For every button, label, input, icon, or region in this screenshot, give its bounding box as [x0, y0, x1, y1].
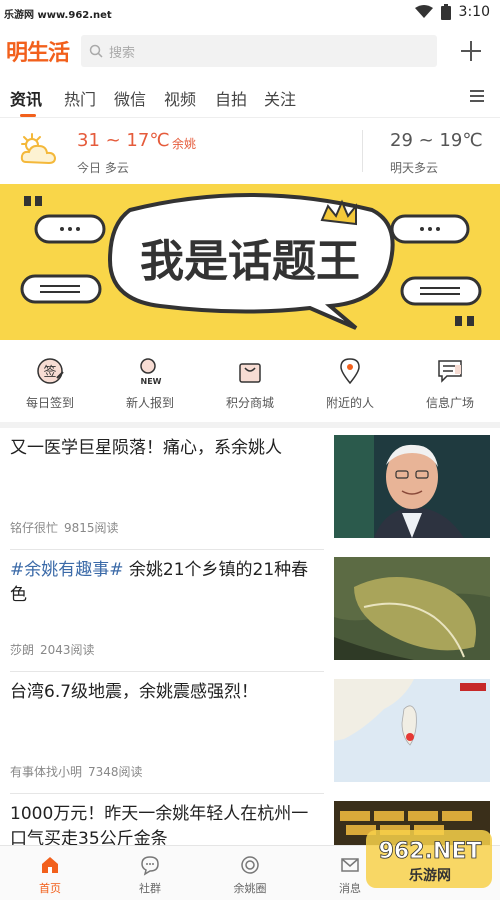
message-board-icon — [438, 360, 462, 383]
svg-text:NEW: NEW — [141, 377, 162, 386]
watermark-logo: 962.NET 乐游网 — [360, 826, 496, 892]
news-item[interactable]: 台湾6.7级地震，余姚震感强烈！ 有事体找小明 7348阅读 — [0, 672, 500, 794]
news-reads: 7348阅读 — [88, 765, 143, 779]
location-pin-icon — [340, 358, 360, 385]
news-title: 又一医学巨星陨落！痛心，系余姚人 — [10, 438, 282, 458]
add-icon[interactable] — [459, 39, 483, 63]
shortcut-row: 签 每日签到 NEW 新人报到 积分商城 附近的人 信息广场 — [0, 340, 500, 422]
shortcut-points-mall[interactable]: 积分商城 — [210, 356, 290, 411]
banner-illustration: 我是话题王 — [20, 193, 482, 330]
promo-banner[interactable]: 我是话题王 — [0, 184, 500, 340]
nav-home[interactable]: 首页 — [10, 854, 90, 896]
partly-cloudy-icon — [20, 133, 57, 165]
shortcut-label: 附近的人 — [325, 396, 374, 410]
news-item[interactable]: 又一医学巨星陨落！痛心，系余姚人 铭仔很忙 9815阅读 — [0, 428, 500, 550]
status-bar: 乐游网 www.962.net 3:10 — [0, 0, 500, 28]
shortcut-new-user[interactable]: NEW 新人报到 — [110, 356, 190, 411]
svg-text:乐游网: 乐游网 — [409, 867, 451, 884]
new-user-icon: NEW — [140, 358, 162, 386]
banner-title: 我是话题王 — [140, 236, 360, 287]
clock: 3:10 — [458, 4, 490, 20]
shortcut-label: 信息广场 — [425, 396, 474, 410]
shortcut-nearby[interactable]: 附近的人 — [310, 356, 390, 411]
news-author: 莎朗 — [10, 643, 35, 657]
app-logo: 明生活 — [6, 40, 70, 66]
menu-icon[interactable] — [470, 90, 484, 102]
news-author: 有事体找小明 — [10, 765, 83, 779]
news-hashtag: #余姚有趣事# — [10, 560, 124, 580]
nav-yuyao-circle[interactable]: 余姚圈 — [210, 854, 290, 896]
shortcut-label: 新人报到 — [125, 396, 174, 410]
tomorrow-temperature: 29 ~ 19℃ — [390, 130, 483, 151]
svg-text:962.NET: 962.NET — [379, 839, 482, 864]
news-meta: 铭仔很忙 9815阅读 — [10, 519, 119, 536]
watermark-text: 乐游网 www.962.net — [4, 10, 112, 21]
weather-widget[interactable]: 31 ~ 17℃ 余姚 今日 多云 29 ~ 19℃ 明天多云 — [0, 118, 500, 184]
wifi-icon — [414, 5, 433, 18]
city-label[interactable]: 余姚 — [172, 135, 196, 152]
envelope-icon — [341, 858, 359, 872]
news-thumbnail-map — [334, 679, 490, 782]
news-meta: 有事体找小明 7348阅读 — [10, 763, 143, 780]
news-title: 台湾6.7级地震，余姚震感强烈！ — [10, 682, 259, 702]
shortcut-info-square[interactable]: 信息广场 — [410, 356, 490, 411]
shortcut-daily-signin[interactable]: 签 每日签到 — [10, 356, 90, 411]
search-input[interactable]: 搜索 — [81, 35, 438, 67]
circle-icon — [241, 856, 259, 874]
news-author: 铭仔很忙 — [10, 521, 59, 535]
status-icons: 3:10 — [414, 4, 490, 20]
today-temperature: 31 ~ 17℃ — [77, 130, 170, 151]
search-icon — [89, 44, 103, 58]
news-thumbnail-portrait — [334, 435, 490, 538]
category-tabs: 资讯 热门 微信 视频 自拍 关注 — [0, 74, 500, 118]
app-header: 明生活 搜索 — [0, 28, 500, 74]
news-item[interactable]: #余姚有趣事# 余姚21个乡镇的21种春色 莎朗 2043阅读 — [0, 550, 500, 672]
tab-follow[interactable]: 关注 — [264, 86, 296, 110]
sign-in-icon: 签 — [37, 358, 64, 384]
tab-wechat[interactable]: 微信 — [114, 86, 146, 110]
nav-label: 社群 — [139, 882, 161, 895]
chat-bubble-icon — [141, 856, 159, 876]
news-thumbnail-landscape — [334, 557, 490, 660]
today-description: 今日 多云 — [77, 161, 129, 175]
nav-community[interactable]: 社群 — [110, 854, 190, 896]
news-reads: 2043阅读 — [40, 643, 95, 657]
tab-selfie[interactable]: 自拍 — [215, 86, 247, 110]
svg-text:签: 签 — [43, 364, 56, 380]
active-tab-indicator — [20, 114, 36, 117]
shopping-bag-icon — [239, 363, 261, 383]
battery-icon — [440, 4, 451, 20]
news-title: #余姚有趣事# 余姚21个乡镇的21种春色 — [10, 560, 309, 605]
shortcut-label: 每日签到 — [25, 396, 74, 410]
divider — [362, 130, 363, 172]
tab-hot[interactable]: 热门 — [64, 86, 96, 110]
search-placeholder: 搜索 — [109, 45, 136, 61]
nav-label: 余姚圈 — [233, 882, 267, 895]
home-icon — [42, 857, 58, 873]
nav-label: 首页 — [39, 882, 61, 895]
shortcut-label: 积分商城 — [225, 396, 274, 410]
tomorrow-description: 明天多云 — [390, 161, 439, 175]
tab-video[interactable]: 视频 — [164, 86, 196, 110]
tab-news[interactable]: 资讯 — [10, 86, 42, 110]
news-reads: 9815阅读 — [64, 521, 119, 535]
news-meta: 莎朗 2043阅读 — [10, 641, 95, 658]
